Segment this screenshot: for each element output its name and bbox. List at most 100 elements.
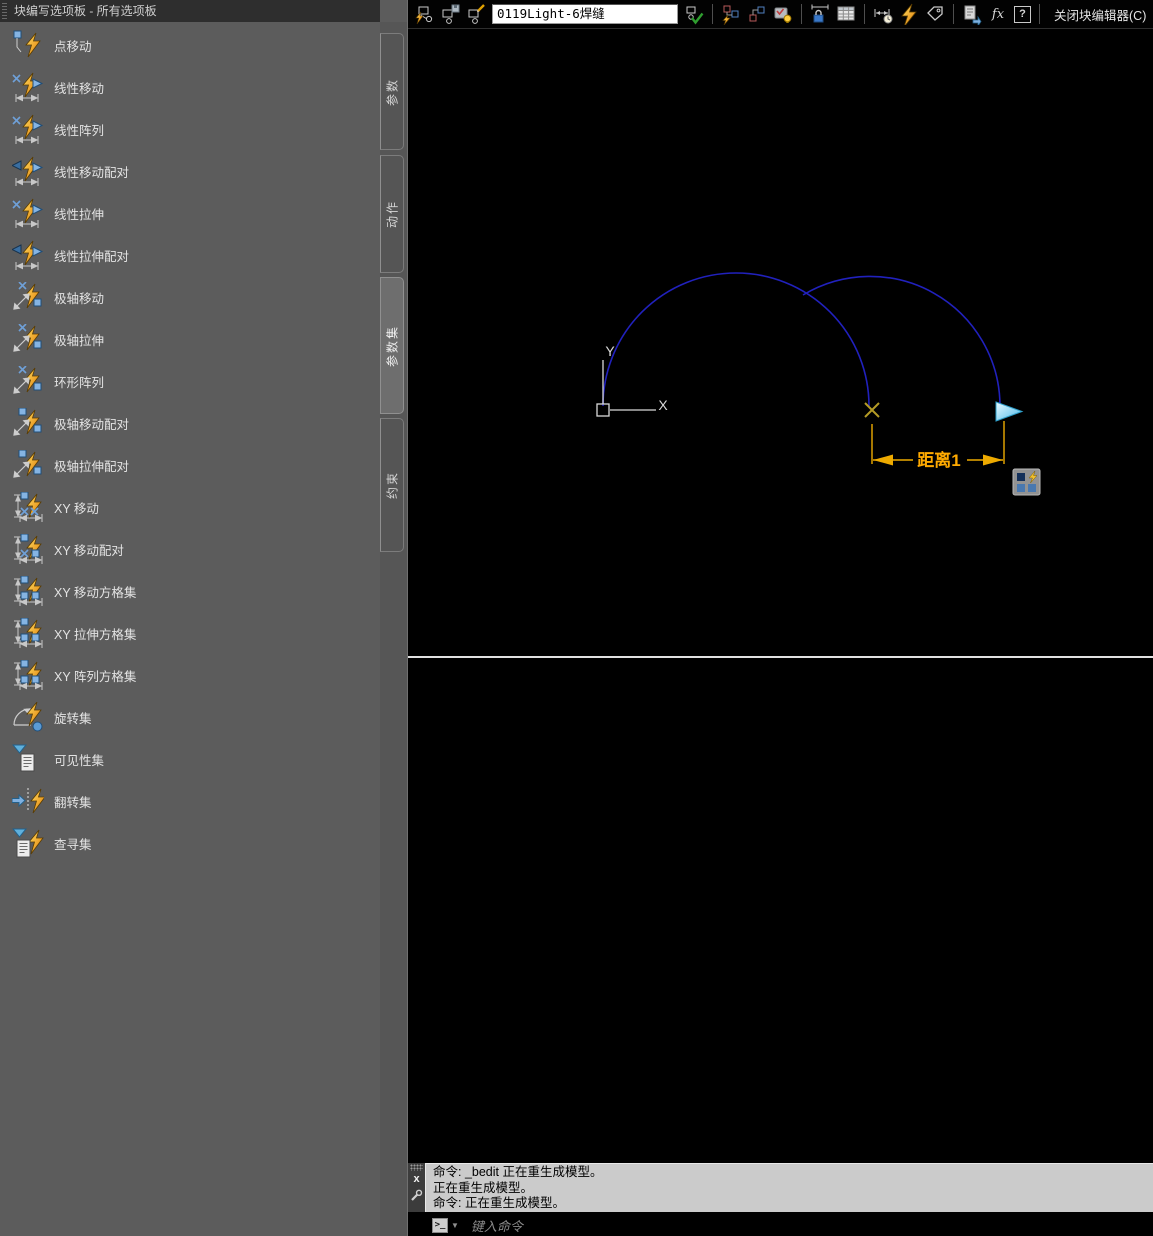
palette-item-label: XY 阵列方格集 <box>54 669 137 684</box>
palette-item-xy-stretch-boxset[interactable]: XY 拉伸方格集 <box>0 612 378 654</box>
block-name-field[interactable]: 0119Light-6焊缝 <box>492 4 678 24</box>
palette-item-xy-move-boxset[interactable]: XY 移动方格集 <box>0 570 378 612</box>
command-input-placeholder[interactable]: 键入命令 <box>471 1216 523 1235</box>
palette-drag-grip[interactable] <box>2 3 7 19</box>
rotation-set-icon <box>12 701 44 732</box>
palette-item-label: 极轴移动配对 <box>54 417 130 432</box>
command-history-line: 正在重生成模型。 <box>433 1180 534 1195</box>
action-bolt-icon[interactable] <box>899 3 919 25</box>
tab-constraints[interactable]: 约束 <box>380 418 404 552</box>
palette-item-label: XY 移动配对 <box>54 543 124 558</box>
command-dock: x 命令: _bedit 正在重生成模型。 正在重生成模型。 命令: 正在重生成… <box>408 1161 1153 1236</box>
dock-close-icon[interactable]: x <box>408 1171 425 1187</box>
palette-item-flip-set[interactable]: 翻转集 <box>0 780 378 822</box>
palette-item-label: XY 移动 <box>54 501 99 516</box>
palette-item-linear-array[interactable]: 线性阵列 <box>0 108 378 150</box>
highlight-lightbulb-icon[interactable] <box>773 3 793 25</box>
palette-item-xy-move-pair[interactable]: XY 移动配对 <box>0 528 378 570</box>
palette-item-polar-move[interactable]: 极轴移动 <box>0 276 378 318</box>
palette-item-polar-stretch-pair[interactable]: 极轴拉伸配对 <box>0 444 378 486</box>
tab-parameter-sets[interactable]: 参数集 <box>380 277 404 414</box>
tab-actions[interactable]: 动作 <box>380 155 404 273</box>
constraint-lock-icon[interactable] <box>810 3 830 25</box>
palette-item-linear-stretch-pair[interactable]: 线性拉伸配对 <box>0 234 378 276</box>
dock-wrench-icon[interactable] <box>410 1189 423 1202</box>
palette-item-list: 点移动 线性移动 线性阵列 线性移动配对 线性拉伸 线性拉伸配对 极轴移动 极轴… <box>0 24 378 864</box>
attribute-tag-icon[interactable] <box>925 3 945 25</box>
parameters-icon[interactable] <box>747 3 767 25</box>
palette-item-label: 线性移动配对 <box>54 165 130 180</box>
polar-array-icon <box>12 365 44 396</box>
dim-arrow-right <box>983 454 1003 466</box>
palette-item-label: 极轴拉伸配对 <box>54 459 130 474</box>
linear-array-icon <box>12 114 44 145</box>
palette-item-label: 点移动 <box>54 39 92 54</box>
palette-item-lookup-set[interactable]: 查寻集 <box>0 822 378 864</box>
palette-item-rotation-set[interactable]: 旋转集 <box>0 696 378 738</box>
flip-set-icon <box>11 786 46 816</box>
tab-parameters[interactable]: 参数 <box>380 33 404 150</box>
palette-item-linear-move[interactable]: 线性移动 <box>0 66 378 108</box>
block-authoring-palette: 块编写选项板 - 所有选项板 点移动 线性移动 线性阵列 线性移动配对 线性拉伸 <box>0 0 407 1236</box>
ucs-icon: Y X <box>596 343 668 417</box>
help-icon[interactable]: ? <box>1014 5 1031 23</box>
palette-item-xy-move[interactable]: XY 移动 <box>0 486 378 528</box>
command-input-row[interactable]: >_ ▼ 键入命令 <box>425 1214 1153 1236</box>
toolbar-separator <box>953 4 954 24</box>
block-editor-canvas[interactable]: Y X 距离1 0119Light-6焊缝 fx ? 关闭块编辑器(C) x 命… <box>407 0 1153 1236</box>
fx-icon[interactable]: fx <box>988 7 1008 22</box>
point-move-icon <box>12 30 44 60</box>
drawing-area[interactable]: Y X 距离1 <box>408 0 1153 1236</box>
command-prompt-icon[interactable]: >_ <box>432 1217 448 1233</box>
toolbar-separator <box>712 4 713 24</box>
linear-parameter-distance1[interactable]: 距离1 <box>864 402 1005 470</box>
command-history-line: 命令: _bedit 正在重生成模型。 <box>433 1165 603 1179</box>
palette-item-xy-array-boxset[interactable]: XY 阵列方格集 <box>0 654 378 696</box>
action-indicator-chip[interactable] <box>1012 468 1041 496</box>
authoring-palettes-icon[interactable] <box>721 3 741 25</box>
weld-arc-right[interactable] <box>802 275 1001 407</box>
block-editor-toolbar: 0119Light-6焊缝 fx ? 关闭块编辑器(C) <box>408 0 1153 29</box>
palette-item-label: 查寻集 <box>54 837 92 852</box>
ucs-y-label: Y <box>605 343 615 359</box>
prompt-dropdown-icon[interactable]: ▼ <box>451 1221 459 1230</box>
viewport-divider-line <box>408 656 1153 658</box>
test-block-icon[interactable] <box>684 3 704 25</box>
palette-item-label: 可见性集 <box>54 753 105 768</box>
tab-label: 动作 <box>385 199 400 229</box>
edit-block-icon[interactable] <box>414 3 434 25</box>
visibility-states-icon[interactable] <box>962 3 982 25</box>
palette-item-polar-stretch[interactable]: 极轴拉伸 <box>0 318 378 360</box>
autocad-block-editor: 块编写选项板 - 所有选项板 点移动 线性移动 线性阵列 线性移动配对 线性拉伸 <box>0 0 1153 1236</box>
close-block-editor-button[interactable]: 关闭块编辑器(C) <box>1048 5 1152 24</box>
xy-move-icon <box>12 491 44 523</box>
weld-arc-left[interactable] <box>602 272 870 407</box>
parameter-basepoint-x-marker[interactable] <box>864 402 880 418</box>
block-table-icon[interactable] <box>836 3 856 25</box>
palette-item-visibility-set[interactable]: 可见性集 <box>0 738 378 780</box>
xy-move-pair-icon <box>12 533 44 565</box>
palette-item-linear-stretch[interactable]: 线性拉伸 <box>0 192 378 234</box>
xy-array-boxset-icon <box>12 659 44 691</box>
flip-grip-arrow[interactable] <box>995 401 1024 422</box>
lookup-set-icon <box>12 828 44 858</box>
ucs-x-label: X <box>658 397 668 413</box>
polar-stretch-pair-icon <box>12 449 44 480</box>
palette-item-label: 线性拉伸 <box>54 207 105 222</box>
tab-label: 参数集 <box>385 324 400 367</box>
palette-item-label: XY 移动方格集 <box>54 585 137 600</box>
polar-move-pair-icon <box>12 407 44 438</box>
parameter-dimension-icon[interactable] <box>873 3 893 25</box>
palette-item-point-move[interactable]: 点移动 <box>0 24 378 66</box>
write-block-icon[interactable] <box>466 3 486 25</box>
command-history-line: 命令: 正在重生成模型。 <box>433 1196 565 1210</box>
dimension-label[interactable]: 距离1 <box>917 450 960 470</box>
save-block-icon[interactable] <box>440 3 460 25</box>
palette-titlebar: 块编写选项板 - 所有选项板 <box>0 0 380 22</box>
palette-item-linear-move-pair[interactable]: 线性移动配对 <box>0 150 378 192</box>
toolbar-separator <box>864 4 865 24</box>
dock-drag-grip[interactable] <box>410 1164 423 1171</box>
palette-item-polar-move-pair[interactable]: 极轴移动配对 <box>0 402 378 444</box>
xy-move-boxset-icon <box>12 575 44 607</box>
palette-item-polar-array[interactable]: 环形阵列 <box>0 360 378 402</box>
